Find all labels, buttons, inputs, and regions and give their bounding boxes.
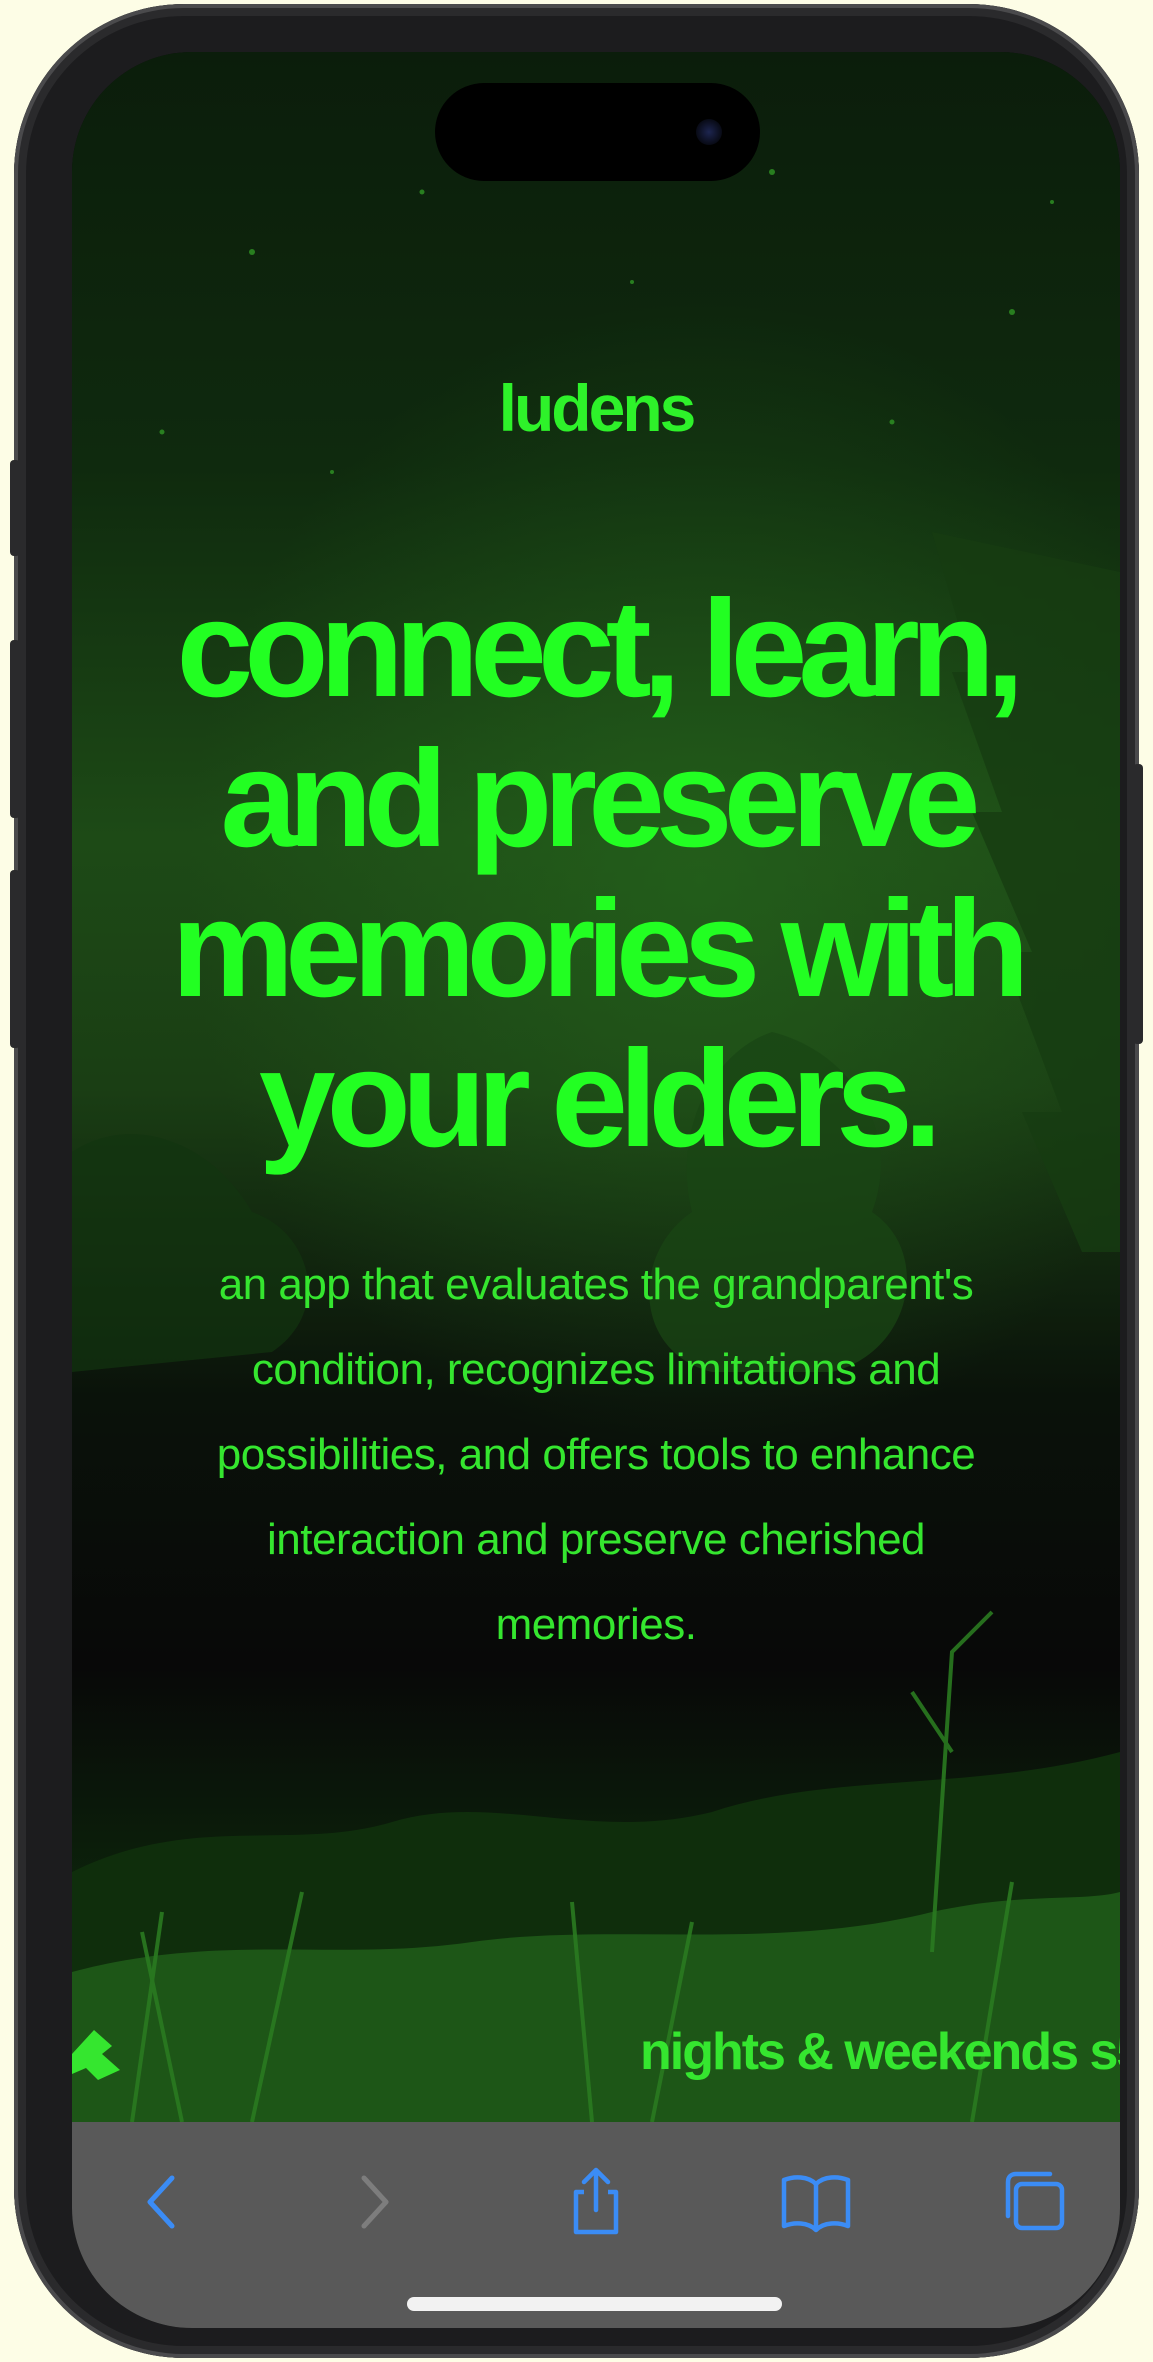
tabs-icon [1005, 2171, 1065, 2231]
tabs-button[interactable] [996, 2162, 1076, 2242]
headline-line: your elders. [258, 1022, 942, 1176]
book-icon [781, 2175, 851, 2233]
share-icon [573, 2167, 619, 2235]
headline-line: and preserve [220, 722, 980, 876]
share-button[interactable] [556, 2162, 636, 2242]
phone-frame: ludens connect, learn, and preserve memo… [10, 4, 1143, 2358]
description-line: condition, recognizes limitations and [251, 1345, 941, 1394]
brand-logo-text[interactable]: ludens [72, 370, 1120, 446]
screen: ludens connect, learn, and preserve memo… [72, 52, 1120, 2328]
volume-up-button [10, 640, 20, 818]
front-camera [696, 119, 722, 145]
volume-down-button [10, 870, 20, 1048]
headline-line: connect, learn, [176, 572, 1025, 726]
description-line: an app that evaluates the grandparent's [218, 1260, 974, 1309]
hero-headline: connect, learn, and preserve memories wi… [72, 574, 1120, 1174]
bookmarks-button[interactable] [776, 2162, 856, 2242]
description-line: memories. [495, 1600, 697, 1649]
back-button[interactable] [124, 2162, 204, 2242]
description-line: possibilities, and offers tools to enhan… [216, 1430, 976, 1479]
nights-weekends-logo-icon[interactable] [72, 2024, 124, 2084]
forward-button[interactable] [334, 2162, 414, 2242]
headline-line: memories with [171, 872, 1029, 1026]
chevron-right-icon [361, 2175, 389, 2229]
dynamic-island [435, 83, 760, 181]
hero-description: an app that evaluates the grandparent's … [112, 1242, 1080, 1667]
nights-weekends-label[interactable]: nights & weekends s5 [640, 2022, 1120, 2082]
chevron-left-icon [147, 2175, 175, 2229]
power-button [1133, 764, 1143, 1044]
action-button [10, 460, 20, 556]
description-line: interaction and preserve cherished [266, 1515, 926, 1564]
home-indicator[interactable] [407, 2297, 782, 2311]
